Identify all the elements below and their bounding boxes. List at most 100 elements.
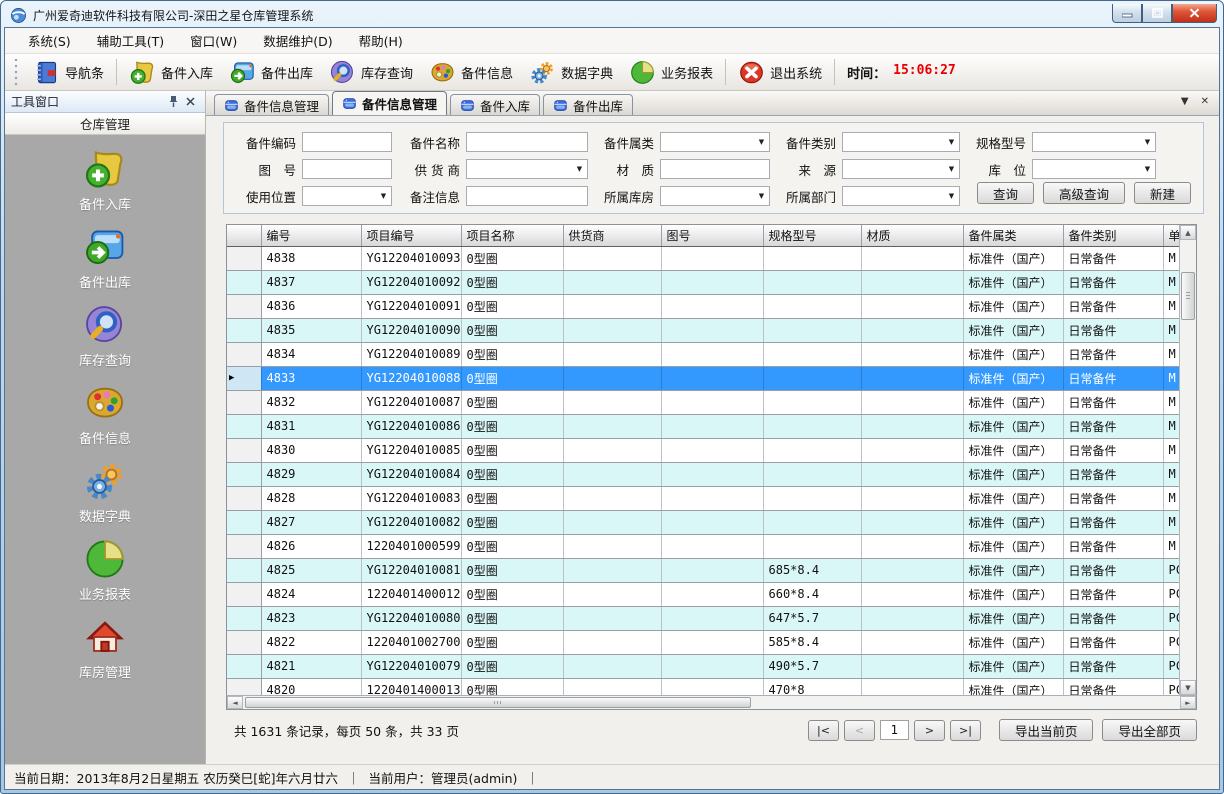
spec-model-combo[interactable]: ▼ [1032,132,1156,152]
row-selector-cell[interactable] [227,510,261,534]
page-prev-button[interactable]: < [844,720,875,741]
table-row[interactable]: 4836YG122040100910型圈标准件（国产）日常备件M [227,294,1179,318]
toolbar-part-in-button[interactable]: 备件入库 [121,57,221,88]
close-button[interactable] [1172,4,1217,23]
sidebar-close-icon[interactable] [182,94,199,110]
toolbar-grip-handle[interactable] [13,59,19,85]
column-header-3[interactable]: 项目名称 [461,225,563,246]
row-selector-cell[interactable] [227,462,261,486]
sidebar-item-part-info[interactable]: 备件信息 [79,381,131,447]
table-row[interactable]: 4838YG122040100930型圈标准件（国产）日常备件M [227,246,1179,270]
column-header-8[interactable]: 备件属类 [963,225,1063,246]
source-combo[interactable]: ▼ [842,159,960,179]
query-button[interactable]: 查询 [977,182,1034,204]
scroll-up-icon[interactable]: ▲ [1180,225,1196,240]
export-all-pages-button[interactable]: 导出全部页 [1102,719,1197,741]
table-row[interactable]: 4837YG122040100920型圈标准件（国产）日常备件M [227,270,1179,294]
menu-item-data-maint[interactable]: 数据维护(D) [250,27,345,54]
sidebar-item-part-out[interactable]: 备件出库 [79,225,131,291]
tab-part-out[interactable]: 备件出库 [543,94,633,115]
menu-item-window[interactable]: 窗口(W) [177,27,250,54]
page-number-box[interactable]: 1 [880,720,909,740]
toolbar-part-info-button[interactable]: 备件信息 [421,57,521,88]
row-selector-cell[interactable] [227,414,261,438]
column-header-selector[interactable] [227,225,261,246]
table-row[interactable]: 4823YG122040100800型圈647*5.7标准件（国产）日常备件PC [227,606,1179,630]
horizontal-scrollbar[interactable]: ◄ ► [226,695,1197,710]
page-last-button[interactable]: >| [950,720,981,741]
use-position-combo[interactable]: ▼ [302,186,392,206]
hscroll-thumb[interactable] [245,697,751,708]
page-next-button[interactable]: > [914,720,945,741]
tab-close-icon[interactable]: ✕ [1201,95,1209,109]
table-row[interactable]: 4827YG122040100820型圈标准件（国产）日常备件M [227,510,1179,534]
column-header-1[interactable]: 编号 [261,225,361,246]
part-category-combo[interactable]: ▼ [660,132,770,152]
remark-input[interactable] [466,186,588,206]
row-selector-cell[interactable] [227,270,261,294]
table-row[interactable]: 4821YG122040100790型圈490*5.7标准件（国产）日常备件PC [227,654,1179,678]
vscroll-thumb[interactable] [1181,272,1195,320]
part-code-input[interactable] [302,132,392,152]
tab-part-info-mgmt-2[interactable]: 备件信息管理 [332,91,447,115]
table-row[interactable]: 482412204014000120型圈660*8.4标准件（国产）日常备件PC [227,582,1179,606]
menu-item-system[interactable]: 系统(S) [15,27,84,54]
menu-item-help[interactable]: 帮助(H) [346,27,416,54]
part-name-input[interactable] [466,132,588,152]
table-row[interactable]: 482012204014000130型圈470*8标准件（国产）日常备件PC [227,678,1179,695]
tab-list-dropdown-icon[interactable]: ▼ [1181,95,1189,109]
scroll-left-icon[interactable]: ◄ [227,696,243,709]
table-row[interactable]: 4825YG122040100810型圈685*8.4标准件（国产）日常备件PC [227,558,1179,582]
row-selector-cell[interactable] [227,534,261,558]
row-selector-cell[interactable] [227,654,261,678]
new-button[interactable]: 新建 [1134,182,1191,204]
row-selector-cell[interactable] [227,318,261,342]
maximize-button[interactable] [1142,4,1172,23]
page-first-button[interactable]: |< [808,720,839,741]
column-header-10[interactable]: 单位 [1163,225,1179,246]
row-selector-cell[interactable] [227,558,261,582]
adv-query-button[interactable]: 高级查询 [1043,182,1125,204]
scroll-right-icon[interactable]: ► [1180,696,1196,709]
column-header-7[interactable]: 材质 [861,225,963,246]
column-header-5[interactable]: 图号 [661,225,763,246]
menu-item-aux-tools[interactable]: 辅助工具(T) [84,27,177,54]
supplier-combo[interactable]: ▼ [466,159,588,179]
table-row[interactable]: 482612204010005990型圈标准件（国产）日常备件M [227,534,1179,558]
row-selector-cell[interactable] [227,678,261,695]
export-current-page-button[interactable]: 导出当前页 [999,719,1094,741]
tab-part-info-mgmt-1[interactable]: 备件信息管理 [214,94,329,115]
sidebar-item-part-in[interactable]: 备件入库 [79,147,131,213]
column-header-2[interactable]: 项目编号 [361,225,461,246]
row-selector-cell[interactable] [227,606,261,630]
figure-no-input[interactable] [302,159,392,179]
toolbar-report-button[interactable]: 业务报表 [621,57,721,88]
tab-part-in[interactable]: 备件入库 [450,94,540,115]
table-row[interactable]: 4832YG122040100870型圈标准件（国产）日常备件M [227,390,1179,414]
sidebar-item-stock-query[interactable]: 库存查询 [79,303,131,369]
table-row[interactable]: 4834YG122040100890型圈标准件（国产）日常备件M [227,342,1179,366]
minimize-button[interactable] [1112,4,1142,23]
sidebar-item-warehouse[interactable]: 库房管理 [79,615,131,681]
table-row[interactable]: 4828YG122040100830型圈标准件（国产）日常备件M [227,486,1179,510]
material-input[interactable] [660,159,770,179]
sidebar-item-data-dict[interactable]: 数据字典 [79,459,131,525]
row-selector-cell[interactable] [227,630,261,654]
vertical-scrollbar[interactable]: ▲ ▼ [1179,225,1196,695]
sidebar-section-warehouse[interactable]: 仓库管理 [5,113,205,135]
sidebar-item-report[interactable]: 业务报表 [79,537,131,603]
toolbar-navbar-button[interactable]: 导航条 [25,57,112,88]
toolbar-part-out-button[interactable]: 备件出库 [221,57,321,88]
pin-icon[interactable] [165,94,182,110]
part-type-combo[interactable]: ▼ [842,132,960,152]
toolbar-exit-button[interactable]: 退出系统 [730,57,830,88]
table-row[interactable]: ▶4833YG122040100880型圈标准件（国产）日常备件M [227,366,1179,390]
row-selector-cell[interactable] [227,438,261,462]
table-row[interactable]: 4835YG122040100900型圈标准件（国产）日常备件M [227,318,1179,342]
table-row[interactable]: 4829YG122040100840型圈标准件（国产）日常备件M [227,462,1179,486]
toolbar-stock-query-button[interactable]: 库存查询 [321,57,421,88]
row-selector-cell[interactable] [227,246,261,270]
row-selector-cell[interactable] [227,390,261,414]
department-combo[interactable]: ▼ [842,186,960,206]
row-selector-cell[interactable] [227,342,261,366]
